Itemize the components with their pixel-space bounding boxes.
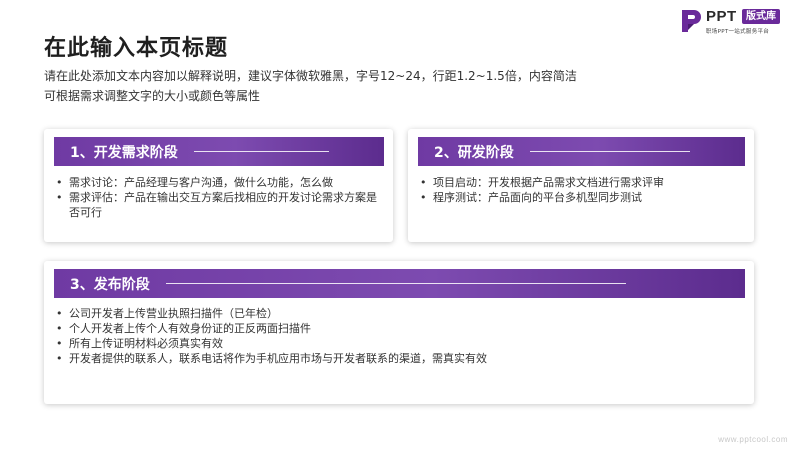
brand-name: PPT [706, 8, 737, 25]
section-title: 1、开发需求阶段 [70, 144, 178, 161]
page-title: 在此输入本页标题 [44, 36, 229, 61]
section-header: 1、开发需求阶段 [54, 137, 384, 166]
header-divider [193, 151, 329, 152]
list-item: 公司开发者上传营业执照扫描件（已年检） [56, 306, 746, 321]
list-item: 需求评估：产品在输出交互方案后找相应的开发讨论需求方案是否可行 [56, 190, 385, 220]
subtitle-line: 请在此处添加文本内容加以解释说明，建议字体微软雅黑，字号12~24，行距1.2~… [44, 69, 577, 83]
section-card-development-requirements: 1、开发需求阶段 需求讨论：产品经理与客户沟通，做什么功能，怎么做 需求评估：产… [44, 129, 393, 242]
list-item: 开发者提供的联系人，联系电话将作为手机应用市场与开发者联系的渠道，需真实有效 [56, 351, 746, 366]
brand-logo: PPT 版式库 职场PPT一站式服务平台 [679, 8, 795, 38]
list-item: 需求讨论：产品经理与客户沟通，做什么功能，怎么做 [56, 175, 385, 190]
section-title: 3、发布阶段 [70, 276, 150, 293]
list-item: 所有上传证明材料必须真实有效 [56, 336, 746, 351]
brand-badge: 版式库 [742, 9, 780, 24]
section-bullet-list: 公司开发者上传营业执照扫描件（已年检） 个人开发者上传个人有效身份证的正反两面扫… [56, 306, 746, 366]
section-title: 2、研发阶段 [434, 144, 514, 161]
list-item: 项目启动：开发根据产品需求文档进行需求评审 [420, 175, 746, 190]
section-bullet-list: 需求讨论：产品经理与客户沟通，做什么功能，怎么做 需求评估：产品在输出交互方案后… [56, 175, 385, 220]
section-header: 2、研发阶段 [418, 137, 745, 166]
section-card-release: 3、发布阶段 公司开发者上传营业执照扫描件（已年检） 个人开发者上传个人有效身份… [44, 261, 754, 404]
subtitle-line: 可根据需求调整文字的大小或颜色等属性 [44, 89, 261, 103]
section-bullet-list: 项目启动：开发根据产品需求文档进行需求评审 程序测试：产品面向的平台多机型同步测… [420, 175, 746, 205]
header-divider [529, 151, 690, 152]
page-subtitle: 请在此处添加文本内容加以解释说明，建议字体微软雅黑，字号12~24，行距1.2~… [44, 66, 644, 106]
list-item: 个人开发者上传个人有效身份证的正反两面扫描件 [56, 321, 746, 336]
section-header: 3、发布阶段 [54, 269, 745, 298]
ppt-logo-icon [682, 10, 701, 32]
watermark: www.pptcool.com [718, 435, 788, 444]
list-item: 程序测试：产品面向的平台多机型同步测试 [420, 190, 746, 205]
section-card-research: 2、研发阶段 项目启动：开发根据产品需求文档进行需求评审 程序测试：产品面向的平… [408, 129, 754, 242]
header-divider [165, 283, 626, 284]
brand-tagline: 职场PPT一站式服务平台 [706, 29, 770, 35]
